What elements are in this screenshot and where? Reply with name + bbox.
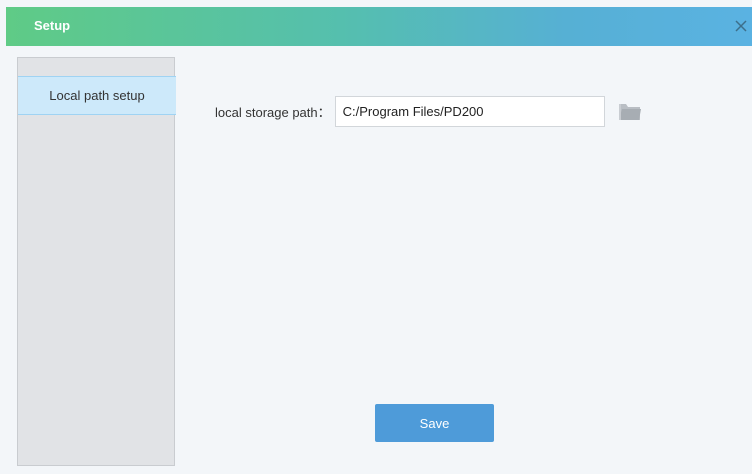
sidebar-item-local-path-setup[interactable]: Local path setup: [18, 76, 176, 115]
folder-icon: [619, 104, 641, 120]
sidebar-item-label: Local path setup: [49, 88, 145, 103]
title-bar: Setup: [6, 7, 752, 46]
local-storage-path-input[interactable]: [334, 96, 605, 127]
sidebar: Local path setup: [17, 57, 176, 466]
save-button[interactable]: Save: [375, 404, 494, 442]
dialog-title: Setup: [34, 18, 71, 33]
local-storage-path-label: local storage path：: [215, 105, 331, 120]
dialog-body: Local path setup local storage path： Sav…: [6, 46, 752, 474]
setup-dialog: Setup Local path setup local storage pat…: [0, 0, 752, 474]
close-button[interactable]: [732, 17, 750, 35]
browse-folder-button[interactable]: [618, 101, 642, 121]
close-icon: [735, 20, 747, 32]
local-storage-path-row: local storage path：: [215, 96, 605, 127]
